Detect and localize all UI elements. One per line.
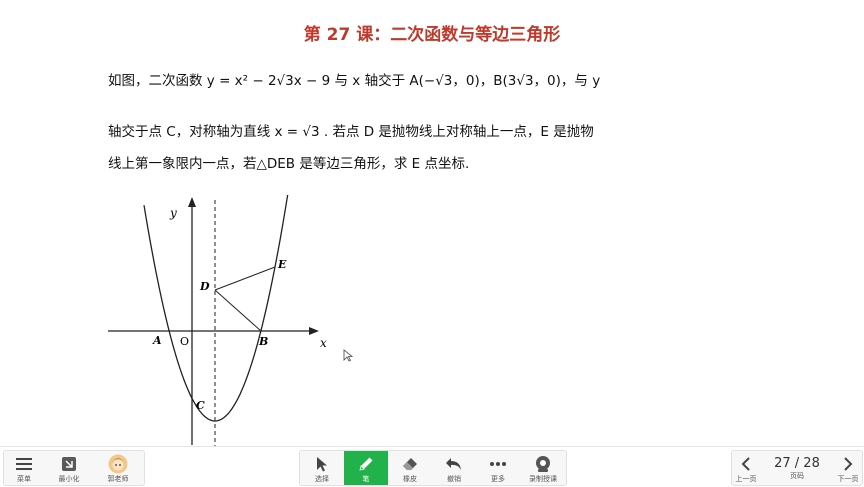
problem-line-1: 如图，二次函数 y = x² − 2√3x − 9 与 x 轴交于 A(−√3，… xyxy=(108,73,601,89)
select-label: 选择 xyxy=(315,474,329,483)
undo-label: 撤销 xyxy=(447,474,461,483)
pen-tool-button[interactable]: 笔 xyxy=(344,451,388,485)
parabola-figure: y x O A B C D E xyxy=(108,195,354,450)
x-axis-arrow xyxy=(309,327,319,335)
minimize-icon xyxy=(59,454,79,474)
teacher-button[interactable]: 郭老师 xyxy=(94,451,142,485)
menu-button[interactable]: 菜单 xyxy=(4,451,44,485)
cursor-icon xyxy=(312,454,332,474)
avatar xyxy=(108,454,128,474)
label-a: A xyxy=(152,334,162,347)
mouse-cursor-icon xyxy=(343,349,354,362)
eraser-tool-button[interactable]: 橡皮 xyxy=(388,451,432,485)
chevron-left-icon xyxy=(736,454,756,474)
minimize-label: 最小化 xyxy=(58,474,80,483)
undo-button[interactable]: 撤销 xyxy=(432,451,476,485)
more-button[interactable]: 更多 xyxy=(476,451,520,485)
segment-db xyxy=(214,289,262,332)
page-label: 页码 xyxy=(790,471,804,480)
more-dots-icon xyxy=(488,454,508,474)
label-x: x xyxy=(320,336,327,350)
eraser-label: 橡皮 xyxy=(403,474,417,483)
pen-icon xyxy=(356,454,376,474)
chevron-right-icon xyxy=(838,454,858,474)
toolbar-right-group: 上一页 27 / 28 页码 下一页 xyxy=(731,450,863,486)
label-e: E xyxy=(277,258,287,271)
slide: 第 27 课：二次函数与等边三角形 如图，二次函数 y = x² − 2√3x … xyxy=(0,0,864,450)
label-o: O xyxy=(180,335,189,348)
label-y: y xyxy=(169,206,177,220)
record-icon xyxy=(533,454,553,474)
record-label: 录制授课 xyxy=(529,474,557,483)
page-number: 27 / 28 xyxy=(774,455,820,471)
parabola-curve xyxy=(143,195,289,422)
menu-label: 菜单 xyxy=(17,474,31,483)
next-page-button[interactable]: 下一页 xyxy=(834,451,862,485)
page-title: 第 27 课：二次函数与等边三角形 xyxy=(303,25,561,45)
more-label: 更多 xyxy=(491,474,505,483)
toolbar-center-group: 选择 笔 橡皮 撤销 更多 录制授课 xyxy=(299,450,567,486)
prev-page-button[interactable]: 上一页 xyxy=(732,451,760,485)
select-tool-button[interactable]: 选择 xyxy=(300,451,344,485)
label-c: C xyxy=(196,399,205,412)
y-axis-arrow xyxy=(188,197,196,207)
record-button[interactable]: 录制授课 xyxy=(520,451,566,485)
undo-icon xyxy=(444,454,464,474)
label-d: D xyxy=(199,280,210,293)
pen-label: 笔 xyxy=(362,474,370,483)
segment-de xyxy=(214,266,276,291)
toolbar-left-group: 菜单 最小化 郭老师 xyxy=(3,450,145,486)
eraser-icon xyxy=(400,454,420,474)
teacher-label: 郭老师 xyxy=(107,474,129,483)
label-b: B xyxy=(258,335,268,348)
prev-label: 上一页 xyxy=(735,474,757,483)
bottom-toolbar: 菜单 最小化 郭老师 选择 笔 橡皮 撤销 更多 录制授课 上一页 27 / 2… xyxy=(0,446,864,487)
hamburger-icon xyxy=(14,454,34,474)
page-indicator[interactable]: 27 / 28 页码 xyxy=(760,451,834,485)
next-label: 下一页 xyxy=(837,474,859,483)
problem-line-2: 轴交于点 C，对称轴为直线 x = √3 . 若点 D 是抛物线上对称轴上一点，… xyxy=(108,124,594,140)
minimize-button[interactable]: 最小化 xyxy=(44,451,94,485)
problem-line-3: 线上第一象限内一点，若△DEB 是等边三角形，求 E 点坐标. xyxy=(108,156,470,172)
